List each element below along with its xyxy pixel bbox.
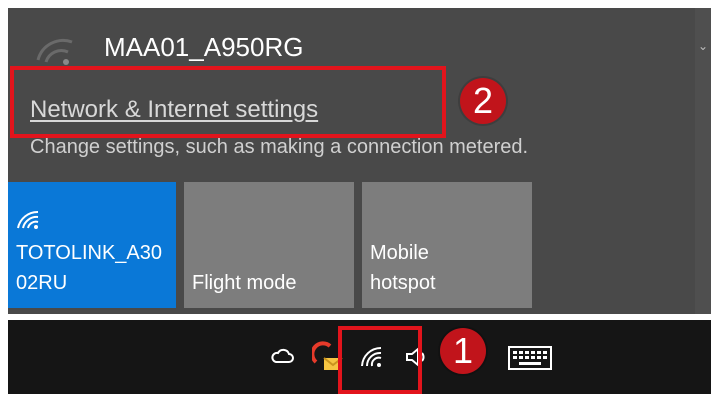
settings-description: Change settings, such as making a connec… [30,136,529,158]
keyboard-icon[interactable] [508,346,552,370]
wifi-tile[interactable]: TOTOLINK_A3002RU [8,182,176,308]
flyout-scrollbar[interactable]: ⌄ [695,8,711,314]
cloud-icon[interactable] [270,346,294,366]
wifi-tray-highlight [338,326,422,394]
wifi-icon [36,38,73,65]
settings-link-highlight [10,66,446,138]
tile-label: Mobile hotspot [370,242,436,294]
chevron-down-icon[interactable]: ⌄ [698,40,708,52]
tile-label: Flight mode [192,272,297,294]
wifi-icon [17,210,39,229]
step-1-badge: 1 [440,328,486,374]
flight-mode-tile[interactable]: Flight mode [184,182,354,308]
step-2-badge: 2 [460,78,506,124]
tile-label: TOTOLINK_A3002RU [16,242,162,294]
network-name: MAA01_A950RG [104,32,304,62]
mobile-hotspot-tile[interactable]: Mobile hotspot [362,182,532,308]
